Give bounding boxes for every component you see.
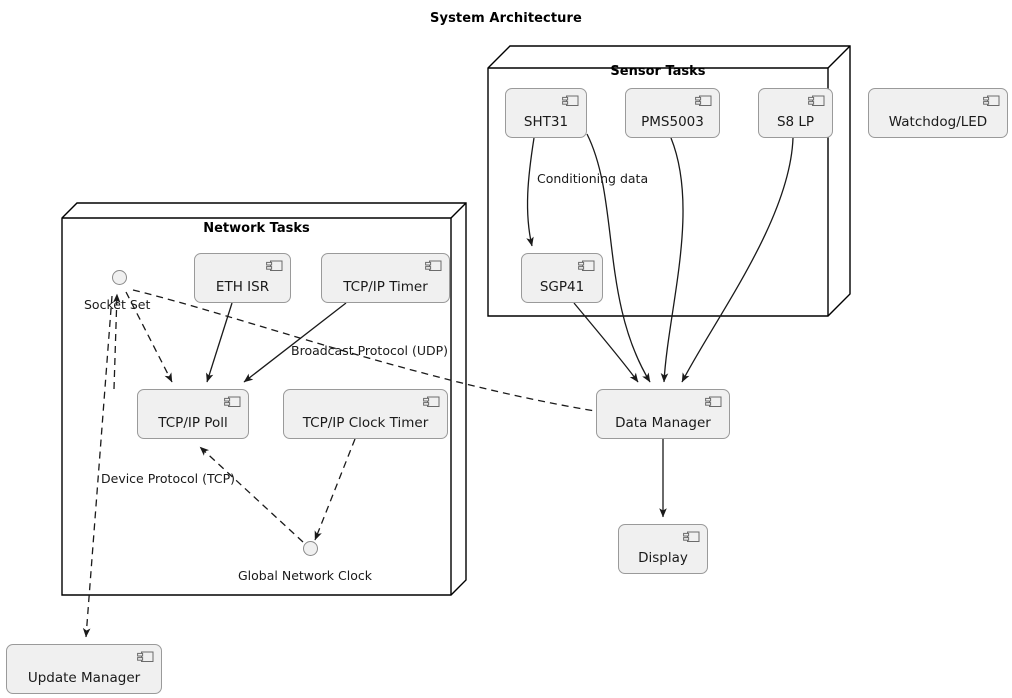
component-tcpip-timer[interactable]: TCP/IP Timer [321,253,450,303]
component-icon [266,260,283,271]
component-data-manager[interactable]: Data Manager [596,389,730,439]
diagram-canvas: System Architecture Sensor Tasks Network… [0,0,1012,698]
component-label: ETH ISR [215,279,270,295]
component-pms5003[interactable]: PMS5003 [625,88,720,138]
edge-label-conditioning-data: Conditioning data [537,171,649,186]
component-label: Watchdog/LED [888,114,988,130]
edge-label-broadcast-protocol: Broadcast Protocol (UDP) [291,343,449,358]
component-label: TCP/IP Timer [343,279,428,295]
component-icon [562,95,579,106]
component-icon [705,396,722,407]
component-icon [683,531,700,542]
component-label: S8 LP [776,114,815,130]
component-icon [578,260,595,271]
component-eth-isr[interactable]: ETH ISR [194,253,291,303]
component-tcpip-poll[interactable]: TCP/IP Poll [137,389,249,439]
component-label: Data Manager [615,415,711,431]
edge-label-device-protocol: Device Protocol (TCP) [101,471,235,486]
component-label: TCP/IP Clock Timer [302,415,429,431]
component-label: Update Manager [27,670,141,686]
component-label: PMS5003 [641,114,704,130]
component-update-manager[interactable]: Update Manager [6,644,162,694]
component-sgp41[interactable]: SGP41 [521,253,603,303]
component-icon [983,95,1000,106]
component-tcpip-clock-timer[interactable]: TCP/IP Clock Timer [283,389,448,439]
interface-label: Global Network Clock [238,568,372,583]
component-icon [695,95,712,106]
component-icon [425,260,442,271]
component-watchdog-led[interactable]: Watchdog/LED [868,88,1008,138]
interface-ball[interactable] [303,541,318,556]
component-display[interactable]: Display [618,524,708,574]
interface-label: Socket Set [84,297,151,312]
component-icon [423,396,440,407]
component-label: Display [638,550,688,566]
component-s8-lp[interactable]: S8 LP [758,88,833,138]
component-label: TCP/IP Poll [158,415,228,431]
package-title-sensor-tasks: Sensor Tasks [610,64,706,79]
package-title-network-tasks: Network Tasks [203,221,310,236]
component-label: SHT31 [523,114,569,130]
interface-ball[interactable] [112,270,127,285]
component-label: SGP41 [539,279,585,295]
component-icon [224,396,241,407]
component-sht31[interactable]: SHT31 [505,88,587,138]
component-icon [137,651,154,662]
component-icon [808,95,825,106]
